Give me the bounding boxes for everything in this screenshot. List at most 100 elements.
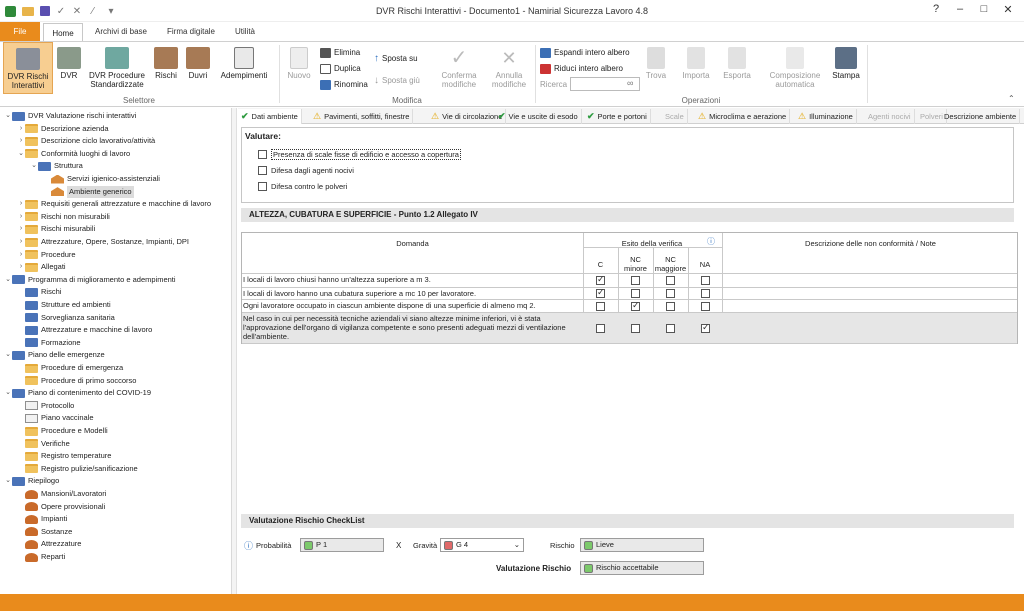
expand-toggle-icon[interactable]: ⌄ xyxy=(17,148,25,160)
tree-item[interactable]: ⌄ DVR Valutazione rischi interattivi xyxy=(4,110,136,122)
probabilita-field[interactable]: P 1 xyxy=(300,538,384,552)
espandi-albero-button[interactable]: Espandi intero albero xyxy=(540,46,630,59)
checkbox-ncmag[interactable] xyxy=(666,276,675,285)
annulla-modifiche-button[interactable]: ✕ Annulla modifiche xyxy=(486,42,532,94)
tree-item[interactable]: Impianti xyxy=(17,513,67,525)
tree-item[interactable]: Procedure di emergenza xyxy=(17,362,123,374)
expand-toggle-icon[interactable]: ⌄ xyxy=(4,110,12,122)
tree-item[interactable]: Servizi igienico-assistenziali xyxy=(43,173,160,185)
conferma-modifiche-button[interactable]: ✓ Conferma modifiche xyxy=(436,42,482,94)
nuovo-button[interactable]: Nuovo xyxy=(284,42,314,94)
expand-toggle-icon[interactable]: › xyxy=(17,261,25,273)
tab-firma-digitale[interactable]: Firma digitale xyxy=(160,22,222,42)
tree-item[interactable]: › Attrezzature, Opere, Sostanze, Impianti… xyxy=(17,236,189,248)
open-folder-icon[interactable] xyxy=(21,4,35,18)
valutare-option[interactable]: Difesa contro le polveri xyxy=(258,182,347,191)
content-tab[interactable]: Scale xyxy=(662,109,688,124)
rinomina-button[interactable]: Rinomina xyxy=(320,78,368,91)
tree-item[interactable]: Rischi xyxy=(17,286,61,298)
tab-utilita[interactable]: Utilità xyxy=(228,22,262,42)
tab-file[interactable]: File xyxy=(0,22,40,42)
splitter[interactable] xyxy=(232,108,237,594)
trova-button[interactable]: Trova xyxy=(642,42,670,94)
dvr-rischi-interattivi-button[interactable]: DVR Rischi Interattivi xyxy=(3,42,53,94)
tab-home[interactable]: Home xyxy=(43,23,83,43)
checkmark-icon[interactable]: ✓ xyxy=(54,4,68,18)
tree-item[interactable]: › Descrizione ciclo lavorativo/attività xyxy=(17,135,155,147)
checkbox-c[interactable] xyxy=(596,324,605,333)
expand-toggle-icon[interactable]: › xyxy=(17,223,25,235)
expand-toggle-icon[interactable]: › xyxy=(17,198,25,210)
checkbox-na[interactable] xyxy=(701,322,710,333)
content-tab[interactable]: ⚠ Microclima e aerazione xyxy=(695,109,791,124)
info-icon[interactable]: ⓘ xyxy=(707,237,715,246)
tree-item[interactable]: › Rischi misurabili xyxy=(17,223,95,235)
checkbox-ncmag[interactable] xyxy=(666,302,675,311)
content-tab[interactable]: ⚠ Illuminazione xyxy=(795,109,857,124)
composizione-automatica-button[interactable]: Composizione automatica xyxy=(762,42,828,94)
checkbox[interactable] xyxy=(258,182,267,191)
content-tab[interactable]: ✔ Vie e uscite di esodo xyxy=(495,109,582,124)
save-icon[interactable] xyxy=(38,4,52,18)
tree-item[interactable]: Strutture ed ambienti xyxy=(17,299,111,311)
checkbox-ncmin[interactable] xyxy=(631,276,640,285)
sposta-giu-button[interactable]: ↓ Sposta giù xyxy=(374,74,420,87)
content-tab[interactable]: Descrizione ambiente xyxy=(941,109,1021,124)
checkbox-c[interactable] xyxy=(596,287,605,298)
expand-toggle-icon[interactable]: › xyxy=(17,123,25,135)
expand-toggle-icon[interactable]: ⌄ xyxy=(30,160,38,172)
checkbox-ncmag[interactable] xyxy=(666,289,675,298)
tree-item[interactable]: › Descrizione azienda xyxy=(17,123,109,135)
dvr-procedure-standardizzate-button[interactable]: DVR Procedure Standardizzate xyxy=(86,42,148,94)
tree-item[interactable]: ⌄ Struttura xyxy=(30,160,83,172)
checkbox-c[interactable] xyxy=(596,302,605,311)
magic-wand-icon[interactable]: ⁄ xyxy=(86,4,100,18)
rischi-button[interactable]: Rischi xyxy=(152,42,180,94)
tree-item[interactable]: Attrezzature e macchine di lavoro xyxy=(17,324,152,336)
stampa-button[interactable]: Stampa xyxy=(829,42,863,94)
checkbox-ncmin[interactable] xyxy=(631,324,640,333)
expand-toggle-icon[interactable]: › xyxy=(17,135,25,147)
dvr-button[interactable]: DVR xyxy=(56,42,82,94)
tree-item[interactable]: Opere provvisionali xyxy=(17,501,105,513)
tree-item[interactable]: › Allegati xyxy=(17,261,66,273)
expand-toggle-icon[interactable]: ⌄ xyxy=(4,475,12,487)
content-tab[interactable]: ✔ Porte e portoni xyxy=(584,109,651,124)
tree-item[interactable]: Sorveglianza sanitaria xyxy=(17,312,115,324)
binoculars-icon[interactable]: ∞ xyxy=(627,78,633,88)
checkbox[interactable] xyxy=(258,150,267,159)
tree-item[interactable]: Attrezzature xyxy=(17,538,81,550)
adempimenti-button[interactable]: Adempimenti xyxy=(215,42,273,94)
expand-toggle-icon[interactable]: › xyxy=(17,249,25,261)
tree-item[interactable]: › Requisiti generali attrezzature e macch… xyxy=(17,198,211,210)
content-tab[interactable]: Agenti nocivi xyxy=(865,109,915,124)
minimize-button[interactable]: – xyxy=(950,3,970,19)
checkbox-ncmin[interactable] xyxy=(631,300,640,311)
tree-item[interactable]: Registro pulizie/sanificazione xyxy=(17,463,138,475)
checkbox[interactable] xyxy=(258,165,267,175)
expand-toggle-icon[interactable]: › xyxy=(17,211,25,223)
tree-item[interactable]: ⌄ Conformità luoghi di lavoro xyxy=(17,148,130,160)
tree-item[interactable]: Sostanze xyxy=(17,526,72,538)
tree-item[interactable]: Procedure e Modelli xyxy=(17,425,108,437)
duplica-button[interactable]: Duplica xyxy=(320,62,368,75)
close-button[interactable]: ✕ xyxy=(998,3,1018,19)
tree-item[interactable]: Registro temperature xyxy=(17,450,111,462)
valutare-option[interactable]: Presenza di scale fisse di edificio e ac… xyxy=(258,149,461,160)
checkbox-na[interactable] xyxy=(701,289,710,298)
esporta-button[interactable]: Esporta xyxy=(719,42,755,94)
tree-item[interactable]: Formazione xyxy=(17,337,81,349)
tab-archivi-di-base[interactable]: Archivi di base xyxy=(88,22,154,42)
importa-button[interactable]: Importa xyxy=(678,42,714,94)
gravita-select[interactable]: G 4 ⌄ xyxy=(440,538,524,552)
expand-toggle-icon[interactable]: ⌄ xyxy=(4,387,12,399)
tree-item[interactable]: Procedure di primo soccorso xyxy=(17,375,136,387)
riduci-albero-button[interactable]: Riduci intero albero xyxy=(540,62,630,75)
tree-item[interactable]: Verifiche xyxy=(17,438,70,450)
tree-item[interactable]: ⌄ Piano di contenimento del COVID-19 xyxy=(4,387,151,399)
maximize-button[interactable]: □ xyxy=(974,3,994,19)
info-icon[interactable]: ⓘ xyxy=(244,539,253,552)
cancel-icon[interactable]: ✕ xyxy=(70,4,84,18)
tree-item[interactable]: ⌄ Riepilogo xyxy=(4,475,59,487)
checkbox-ncmin[interactable] xyxy=(631,289,640,298)
